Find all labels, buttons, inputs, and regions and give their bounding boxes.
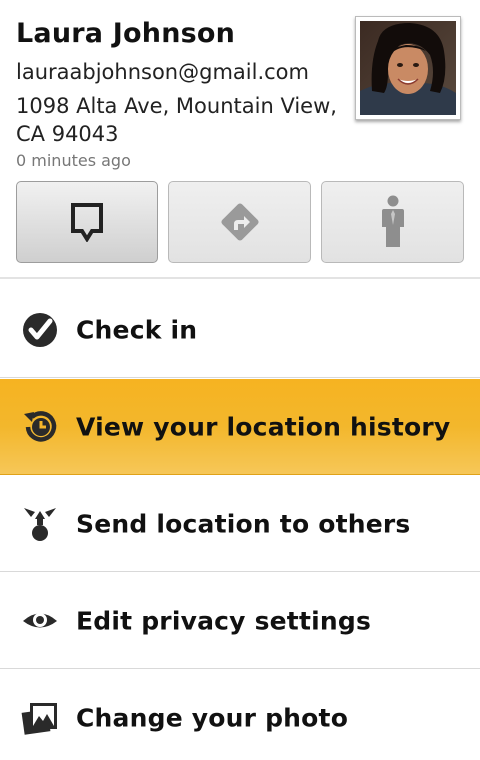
last-updated-time: 0 minutes ago [16,151,131,170]
header-divider [0,277,480,279]
map-pin-icon [71,203,103,242]
photo-icon [21,702,57,735]
checkmark-icon [23,312,57,347]
menu-item-label: View your location history [76,412,451,441]
profile-email[interactable]: lauraabjohnson@gmail.com [16,60,309,84]
get-directions-button[interactable] [168,181,311,263]
profile-header: Laura Johnson lauraabjohnson@gmail.com 1… [0,0,480,278]
eye-icon [23,612,57,627]
history-clock-icon [24,410,57,442]
menu-item-send-location[interactable]: Send location to others [0,476,480,572]
profile-address[interactable]: 1098 Alta Ave, Mountain View, CA 94043 [16,92,356,148]
share-location-icon [24,507,56,541]
menu-item-label: Send location to others [76,509,411,538]
show-on-map-button[interactable] [16,181,158,263]
street-view-button[interactable] [321,181,464,263]
menu-item-label: Edit privacy settings [76,606,372,635]
street-view-person-icon [381,195,404,247]
menu-item-check-in[interactable]: Check in [0,282,480,378]
profile-photo[interactable] [355,16,461,120]
avatar [360,21,456,115]
menu-item-privacy-settings[interactable]: Edit privacy settings [0,573,480,669]
menu-item-location-history[interactable]: View your location history [0,379,480,475]
profile-name: Laura Johnson [16,18,236,49]
menu-item-label: Change your photo [76,703,349,732]
directions-icon [220,203,259,241]
menu-item-label: Check in [76,315,198,344]
menu-item-change-photo[interactable]: Change your photo [0,670,480,760]
